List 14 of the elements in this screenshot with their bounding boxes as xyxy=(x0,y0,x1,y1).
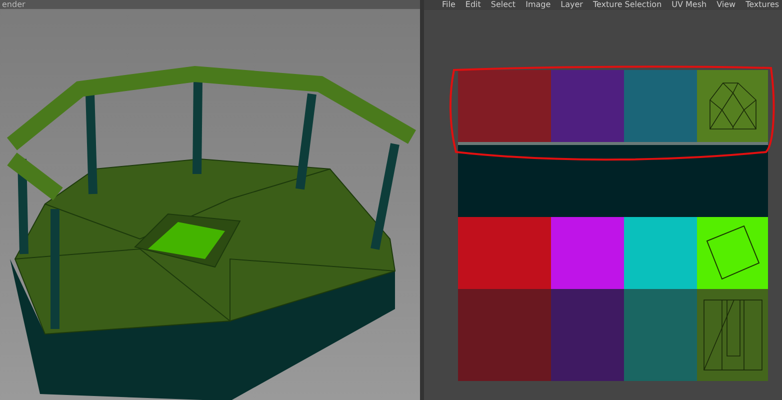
menu-item[interactable]: View xyxy=(716,0,736,9)
menu-item[interactable]: Image xyxy=(526,0,551,9)
viewport-title: ender xyxy=(1,0,26,9)
menu-item[interactable]: Layer xyxy=(560,0,583,9)
square-outline-icon xyxy=(704,225,760,281)
menu-item[interactable]: File xyxy=(442,0,456,9)
menu-item[interactable]: Edit xyxy=(465,0,481,9)
menu-item[interactable]: Textures xyxy=(746,0,780,9)
menu-item[interactable]: UV Mesh xyxy=(672,0,707,9)
menu-item[interactable]: Texture Selection xyxy=(592,0,662,9)
bars-outline-icon xyxy=(702,298,764,372)
viewport[interactable] xyxy=(0,9,420,400)
menu-item[interactable]: Select xyxy=(490,0,516,9)
gem-outline-icon xyxy=(708,81,758,131)
